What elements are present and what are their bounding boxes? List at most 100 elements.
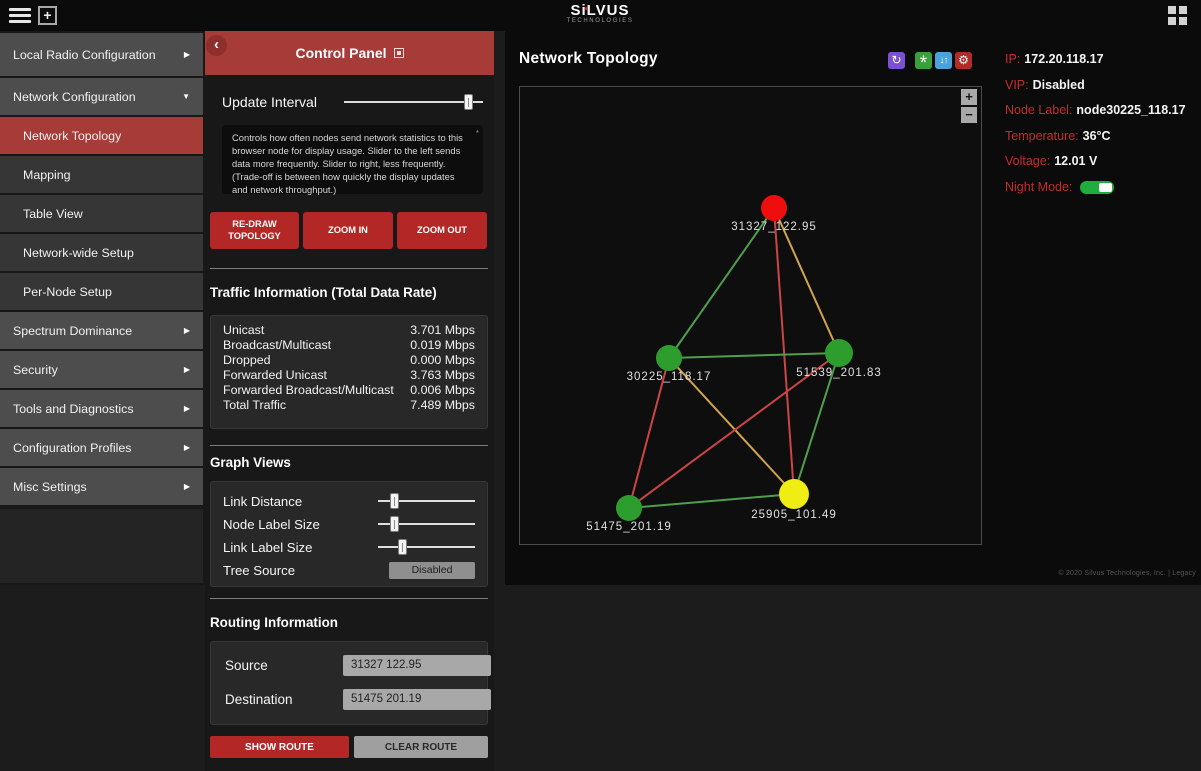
topology-node-label: 25905_101.49 [751, 509, 837, 521]
source-row: Source 31327 122.95 [225, 654, 473, 676]
topology-node[interactable] [761, 195, 787, 221]
traffic-row: Unicast3.701 Mbps [223, 323, 475, 338]
logo-text: SiLVUS [560, 3, 640, 18]
slider-handle[interactable] [390, 516, 399, 532]
routing-box: Source 31327 122.95 Destination 51475 20… [210, 641, 488, 725]
info-row-night-mode: Night Mode: [1005, 180, 1195, 194]
traffic-heading: Traffic Information (Total Data Rate) [210, 285, 437, 300]
redraw-topology-button[interactable]: RE-DRAW TOPOLOGY [210, 212, 299, 249]
slider-handle[interactable] [390, 493, 399, 509]
update-interval-slider[interactable] [344, 94, 483, 110]
chevron-right-icon: ▶ [184, 365, 190, 374]
topology-node[interactable] [825, 339, 853, 367]
app-root: + SiLVUS TECHNOLOGIES Local Radio Config… [0, 0, 1201, 771]
sidebar: Local Radio Configuration ▶ Network Conf… [0, 31, 205, 585]
sidebar-item-network-wide-setup[interactable]: Network-wide Setup [0, 234, 203, 271]
topology-node-label: 51539_201.83 [796, 367, 882, 379]
sidebar-item-network-topology[interactable]: Network Topology [0, 117, 203, 154]
graph-zoom-in-button[interactable]: + [961, 89, 977, 105]
sidebar-item-misc-settings[interactable]: Misc Settings ▶ [0, 468, 203, 505]
topology-node-label: 31327_122.95 [731, 221, 817, 233]
control-panel: Control Panel ‹ Update Interval Controls… [205, 31, 494, 771]
sidebar-item-per-node-setup[interactable]: Per-Node Setup [0, 273, 203, 310]
sort-arrows-icon[interactable]: ↓↑ [935, 52, 952, 69]
topology-link[interactable] [774, 208, 794, 494]
topology-svg[interactable]: 31327_122.9530225_118.1751539_201.835147… [520, 87, 981, 544]
slider-handle[interactable] [398, 539, 407, 555]
sidebar-item-security[interactable]: Security ▶ [0, 351, 203, 388]
chevron-right-icon: ▶ [184, 443, 190, 452]
night-mode-toggle[interactable] [1080, 181, 1114, 194]
routing-heading: Routing Information [210, 615, 338, 630]
traffic-row: Broadcast/Multicast0.019 Mbps [223, 338, 475, 353]
gear-icon[interactable]: ⚙ [955, 52, 972, 69]
topology-node[interactable] [616, 495, 642, 521]
sidebar-item-network-configuration[interactable]: Network Configuration ▼ [0, 78, 203, 115]
logo-red-dot [585, 7, 588, 10]
tree-source-row: Tree Source Disabled [223, 559, 475, 582]
topology-link[interactable] [669, 353, 839, 358]
info-row-temperature: Temperature:36°C [1005, 129, 1195, 143]
graph-zoom-out-button[interactable]: − [961, 107, 977, 123]
sidebar-item-mapping[interactable]: Mapping [0, 156, 203, 193]
apps-grid-icon[interactable] [1168, 6, 1187, 25]
traffic-row: Dropped0.000 Mbps [223, 353, 475, 368]
destination-row: Destination 51475 201.19 [225, 688, 473, 710]
graph-views-heading: Graph Views [210, 455, 291, 470]
control-panel-title: Control Panel [295, 45, 386, 61]
topology-node[interactable] [779, 479, 809, 509]
link-label-size-slider[interactable] [378, 539, 475, 555]
zoom-out-button[interactable]: ZOOM OUT [397, 212, 487, 249]
toggle-knob [1099, 183, 1112, 192]
divider [210, 268, 488, 269]
silvus-logo: SiLVUS TECHNOLOGIES [560, 3, 640, 25]
page-title: Network Topology [519, 50, 658, 68]
topology-node[interactable] [656, 345, 682, 371]
info-row-ip: IP:172.20.118.17 [1005, 52, 1195, 66]
add-tab-icon[interactable]: + [38, 6, 57, 25]
chevron-right-icon: ▶ [184, 482, 190, 491]
slider-track [344, 101, 483, 103]
control-panel-header: Control Panel [205, 31, 494, 75]
zoom-in-button[interactable]: ZOOM IN [303, 212, 393, 249]
node-info-panel: IP:172.20.118.17 VIP:Disabled Node Label… [1005, 52, 1195, 205]
destination-select[interactable]: 51475 201.19 [343, 689, 491, 710]
sidebar-item-configuration-profiles[interactable]: Configuration Profiles ▶ [0, 429, 203, 466]
link-label-size-row: Link Label Size [223, 536, 475, 559]
update-interval-description: Controls how often nodes send network st… [222, 125, 483, 194]
hamburger-menu-icon[interactable] [9, 8, 31, 24]
topology-node-label: 51475_201.19 [586, 521, 672, 533]
clear-route-button[interactable]: CLEAR ROUTE [354, 736, 488, 758]
traffic-row: Total Traffic7.489 Mbps [223, 398, 475, 413]
copyright-text: © 2020 Silvus Technologies, Inc. | Legac… [1058, 570, 1196, 577]
node-label-size-row: Node Label Size [223, 513, 475, 536]
sidebar-item-spectrum-dominance[interactable]: Spectrum Dominance ▶ [0, 312, 203, 349]
divider [210, 598, 488, 599]
tree-source-select[interactable]: Disabled [389, 562, 475, 579]
slider-handle[interactable] [464, 94, 473, 110]
fit-graph-icon[interactable]: * [915, 52, 932, 69]
sidebar-item-tools-and-diagnostics[interactable]: Tools and Diagnostics ▶ [0, 390, 203, 427]
topology-link[interactable] [629, 494, 794, 508]
logo-subtitle: TECHNOLOGIES [560, 18, 640, 25]
link-distance-slider[interactable] [378, 493, 475, 509]
show-route-button[interactable]: SHOW ROUTE [210, 736, 349, 758]
traffic-row: Forwarded Broadcast/Multicast0.006 Mbps [223, 383, 475, 398]
top-bar: + SiLVUS TECHNOLOGIES [0, 0, 1201, 31]
collapse-panel-icon[interactable]: ‹ [206, 35, 227, 56]
divider [210, 445, 488, 446]
sidebar-item-local-radio-configuration[interactable]: Local Radio Configuration ▶ [0, 33, 203, 76]
info-row-node-label: Node Label:node30225_118.17 [1005, 103, 1195, 117]
source-select[interactable]: 31327 122.95 [343, 655, 491, 676]
chevron-right-icon: ▶ [184, 50, 190, 59]
scroll-mark-icon: * [476, 128, 479, 139]
info-row-voltage: Voltage:12.01 V [1005, 154, 1195, 168]
panel-detach-icon[interactable] [394, 48, 404, 58]
node-label-size-slider[interactable] [378, 516, 475, 532]
traffic-info-box: Unicast3.701 Mbps Broadcast/Multicast0.0… [210, 315, 488, 429]
sidebar-empty-area [0, 509, 203, 583]
topology-canvas[interactable]: + − 31327_122.9530225_118.1751539_201.83… [519, 86, 982, 545]
traffic-row: Forwarded Unicast3.763 Mbps [223, 368, 475, 383]
sidebar-item-table-view[interactable]: Table View [0, 195, 203, 232]
refresh-icon[interactable]: ↻ [888, 52, 905, 69]
